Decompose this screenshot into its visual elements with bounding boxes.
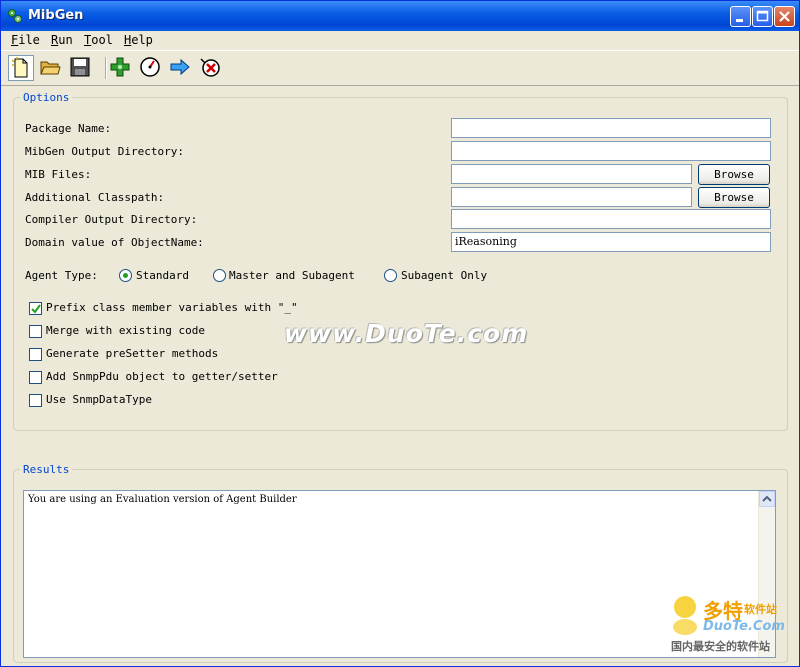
radio-standard[interactable]: [119, 269, 132, 282]
mascot-icon: [673, 596, 697, 635]
radio-subagent-only[interactable]: [384, 269, 397, 282]
window-title: MibGen: [28, 8, 84, 23]
compiler-dir-input[interactable]: [451, 209, 771, 229]
output-dir-label: MibGen Output Directory:: [25, 145, 184, 158]
mib-files-browse-button[interactable]: Browse: [698, 164, 770, 185]
save-disk-icon: [70, 57, 90, 77]
close-button[interactable]: [774, 6, 795, 27]
scroll-up-button[interactable]: [759, 491, 775, 507]
brand-small: 软件站: [744, 603, 777, 616]
stop-icon: [200, 58, 220, 77]
gauge-button[interactable]: [138, 55, 164, 81]
minimize-button[interactable]: [730, 6, 751, 27]
app-gear-icon: [8, 9, 22, 23]
menu-tool[interactable]: Tool: [84, 33, 113, 47]
domain-value-label: Domain value of ObjectName:: [25, 236, 204, 249]
open-button[interactable]: [38, 55, 64, 81]
title-bar[interactable]: MibGen: [1, 1, 799, 31]
mib-files-input[interactable]: [451, 164, 692, 184]
menu-run[interactable]: Run: [51, 33, 73, 47]
close-icon: [779, 11, 790, 22]
run-button[interactable]: [168, 55, 194, 81]
menu-help-label: elp: [131, 33, 153, 47]
brand-tagline: 国内最安全的软件站: [671, 640, 770, 653]
menu-tool-label: ool: [91, 33, 113, 47]
watermark-text: www.DuoTe.com: [284, 319, 529, 348]
compiler-dir-label: Compiler Output Directory:: [25, 213, 198, 226]
snmpdatatype-checkbox-label[interactable]: Use SnmpDataType: [46, 393, 152, 406]
save-button[interactable]: [68, 55, 94, 81]
merge-checkbox-label[interactable]: Merge with existing code: [46, 324, 205, 337]
checkmark-icon: [31, 304, 41, 314]
classpath-input[interactable]: [451, 187, 692, 207]
presetter-checkbox-label[interactable]: Generate preSetter methods: [46, 347, 218, 360]
maximize-button[interactable]: [752, 6, 773, 27]
mib-files-label: MIB Files:: [25, 168, 92, 181]
add-button[interactable]: [108, 55, 134, 81]
snmppdu-checkbox-label[interactable]: Add SnmpPdu object to getter/setter: [46, 370, 278, 383]
mibgen-window: MibGen File Run Tool Help Options Packag…: [0, 0, 800, 667]
add-icon: [110, 57, 130, 77]
radio-subagent-only-label[interactable]: Subagent Only: [401, 269, 487, 282]
prefix-checkbox[interactable]: [29, 302, 42, 315]
menu-run-label: un: [58, 33, 73, 47]
stop-button[interactable]: [198, 55, 224, 81]
new-button[interactable]: [8, 55, 34, 81]
menu-bar: File Run Tool Help: [1, 31, 799, 49]
results-title: Results: [23, 463, 70, 476]
gauge-icon: [140, 57, 160, 77]
package-name-label: Package Name:: [25, 122, 112, 135]
maximize-icon: [756, 10, 769, 22]
chevron-up-icon: [762, 495, 772, 502]
minimize-icon: [736, 19, 743, 22]
classpath-label: Additional Classpath:: [25, 191, 165, 204]
toolbar: [1, 50, 799, 86]
results-textarea[interactable]: You are using an Evaluation version of A…: [23, 490, 776, 658]
presetter-checkbox[interactable]: [29, 348, 42, 361]
brand-url: DuoTe.Com: [703, 619, 785, 634]
new-file-icon: [11, 57, 28, 78]
menu-help[interactable]: Help: [124, 33, 153, 47]
toolbar-separator: [105, 57, 107, 79]
domain-value-input[interactable]: iReasoning: [451, 232, 771, 252]
snmppdu-checkbox[interactable]: [29, 371, 42, 384]
agent-type-label: Agent Type:: [25, 269, 98, 282]
prefix-checkbox-label[interactable]: Prefix class member variables with "_": [46, 301, 298, 314]
results-text: You are using an Evaluation version of A…: [28, 494, 297, 505]
radio-master-subagent[interactable]: [213, 269, 226, 282]
arrow-right-icon: [170, 58, 190, 76]
merge-checkbox[interactable]: [29, 325, 42, 338]
classpath-browse-button[interactable]: Browse: [698, 187, 770, 208]
package-name-input[interactable]: [451, 118, 771, 138]
menu-file-label: ile: [18, 33, 40, 47]
duote-logo: 多特 软件站 DuoTe.Com 国内最安全的软件站: [669, 593, 797, 655]
menu-file[interactable]: File: [11, 33, 40, 47]
output-dir-input[interactable]: [451, 141, 771, 161]
radio-master-subagent-label[interactable]: Master and Subagent: [229, 269, 355, 282]
radio-standard-label[interactable]: Standard: [136, 269, 189, 282]
open-folder-icon: [40, 61, 61, 75]
snmpdatatype-checkbox[interactable]: [29, 394, 42, 407]
options-title: Options: [23, 91, 70, 104]
